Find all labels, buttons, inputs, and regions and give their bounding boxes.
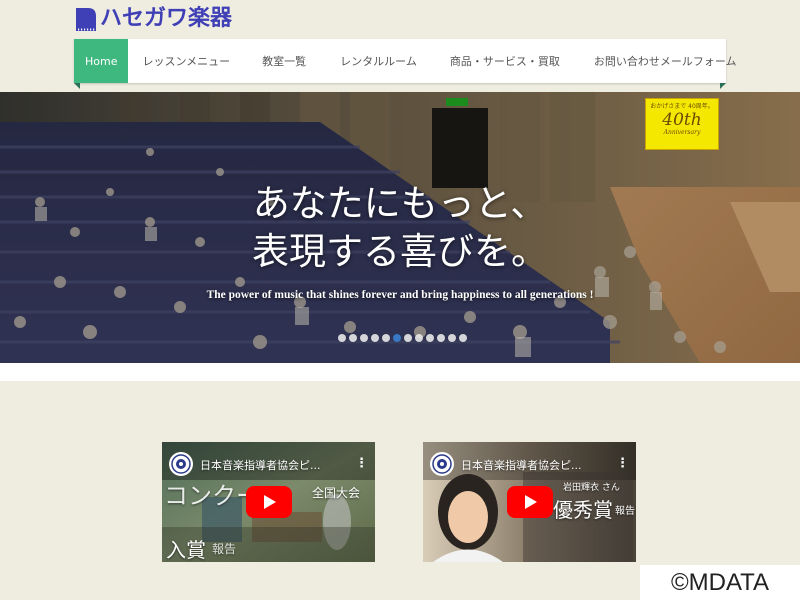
slider-dot[interactable]	[404, 334, 412, 342]
nav-item-products[interactable]: 商品・サービス・買取	[433, 39, 577, 83]
slider-dot[interactable]	[371, 334, 379, 342]
logo-text: ハセガワ楽器	[100, 6, 233, 31]
video-2-title[interactable]: 日本音楽指導者協会ピ...	[461, 457, 582, 473]
anniversary-badge: おかげさまで 40周年。 40th Anniversary	[645, 98, 719, 150]
video-1-overlay-text-4: 報告	[212, 542, 237, 556]
nav-item-classrooms[interactable]: 教室一覧	[244, 39, 324, 83]
channel-logo-icon	[432, 454, 452, 474]
nav-item-home[interactable]: Home	[74, 39, 129, 83]
hero-title: あなたにもっと、 表現する喜びを。	[0, 180, 800, 276]
youtube-video-1[interactable]: コンクール 全国大会 入賞 報告 日本音楽指導者協会ピ... ⋮	[162, 442, 375, 562]
slider-dot[interactable]	[393, 334, 401, 342]
hero-slider[interactable]: おかげさまで 40周年。 40th Anniversary あなたにもっと、 表…	[0, 92, 800, 363]
nav-item-rental-room[interactable]: レンタルルーム	[324, 39, 433, 83]
slider-dot[interactable]	[382, 334, 390, 342]
slider-dot[interactable]	[360, 334, 368, 342]
slider-dot[interactable]	[415, 334, 423, 342]
site-logo[interactable]: ハセガワ楽器	[74, 4, 232, 34]
slider-dot[interactable]	[338, 334, 346, 342]
channel-logo-icon	[171, 454, 191, 474]
slider-dot[interactable]	[426, 334, 434, 342]
hero-title-line1: あなたにもっと、	[252, 182, 548, 225]
badge-sub-text: Anniversary	[663, 129, 701, 136]
piano-logo-icon	[76, 8, 96, 31]
slider-dots	[338, 334, 467, 342]
slider-dot[interactable]	[459, 334, 467, 342]
video-2-overlay-text-2: 報告	[615, 506, 635, 517]
nav-item-contact[interactable]: お問い合わせメールフォーム	[577, 39, 754, 83]
channel-avatar-icon[interactable]	[169, 452, 193, 476]
nav-ribbon-fold-right	[720, 83, 726, 89]
slider-dot[interactable]	[349, 334, 357, 342]
youtube-play-icon[interactable]	[246, 486, 292, 518]
hero-subtitle: The power of music that shines forever a…	[206, 289, 594, 301]
slider-dot[interactable]	[437, 334, 445, 342]
more-options-icon[interactable]: ⋮	[616, 456, 629, 471]
copyright-watermark: ©MDATA	[640, 565, 800, 600]
hero-title-line2: 表現する喜びを。	[252, 230, 548, 273]
video-1-overlay-text-3: 入賞	[166, 538, 206, 562]
hero-bottom-strip	[0, 363, 800, 381]
main-nav: Home レッスンメニュー 教室一覧 レンタルルーム 商品・サービス・買取 お問…	[74, 39, 737, 83]
nav-ribbon-fold-left	[74, 83, 80, 89]
video-2-overlay-text-1: 優秀賞	[553, 498, 613, 522]
more-options-icon[interactable]: ⋮	[355, 456, 368, 471]
video-2-overlay-text-3: 岩田輝衣 さん	[563, 483, 620, 493]
badge-main-text: 40th	[662, 110, 702, 130]
slider-dot[interactable]	[448, 334, 456, 342]
channel-avatar-icon[interactable]	[430, 452, 454, 476]
video-1-title[interactable]: 日本音楽指導者協会ピ...	[200, 457, 321, 473]
youtube-play-icon[interactable]	[507, 486, 553, 518]
youtube-video-2[interactable]: 岩田輝衣 さん 優秀賞 報告 日本音楽指導者協会ピ... ⋮	[423, 442, 636, 562]
video-1-overlay-text-2: 全国大会	[312, 486, 361, 500]
nav-item-lesson-menu[interactable]: レッスンメニュー	[128, 39, 244, 83]
